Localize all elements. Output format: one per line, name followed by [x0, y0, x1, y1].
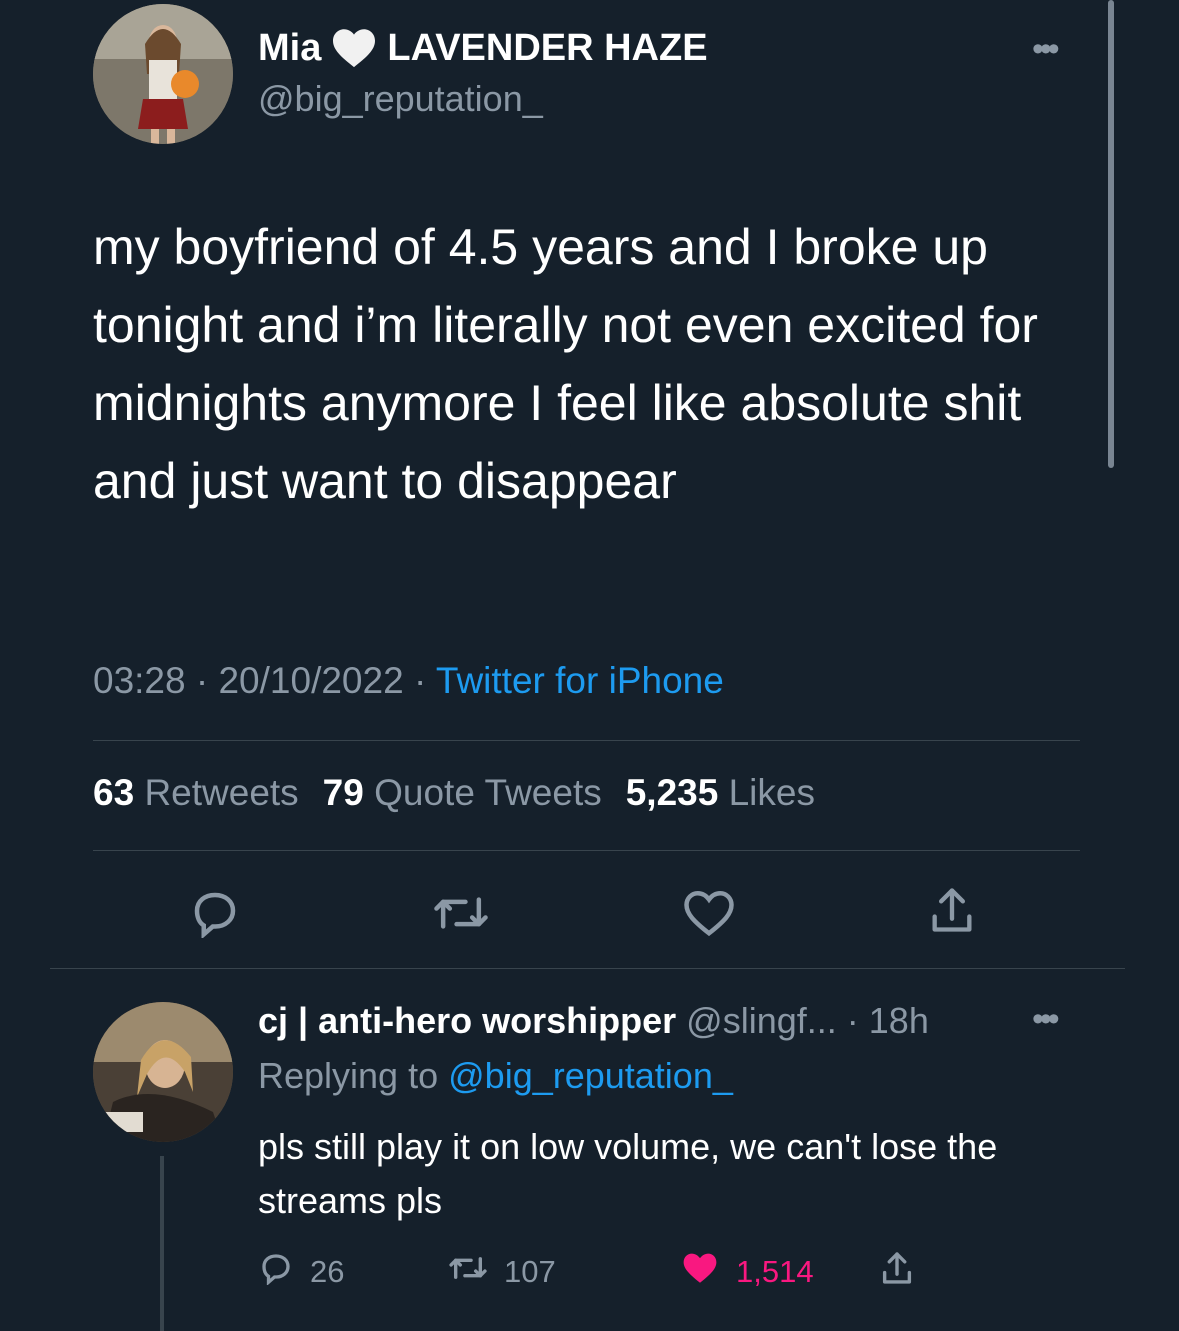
scrollbar[interactable] [1108, 0, 1114, 468]
display-name-second: LAVENDER HAZE [387, 26, 708, 69]
like-filled-icon [680, 1250, 720, 1294]
reply-time[interactable]: 18h [869, 1000, 929, 1041]
quotes-count: 79 [322, 772, 364, 813]
reply-display-name[interactable]: cj | anti-hero worshipper [258, 1000, 676, 1041]
divider [50, 968, 1125, 969]
reply-reply-button[interactable]: 26 [258, 1251, 448, 1293]
tweet-source[interactable]: Twitter for iPhone [436, 660, 724, 701]
like-count: 1,514 [736, 1254, 814, 1289]
reply-icon [258, 1251, 294, 1293]
reply-count: 26 [310, 1254, 345, 1289]
tweet-stats: 63 Retweets 79 Quote Tweets 5,235 Likes [93, 772, 815, 814]
retweet-icon[interactable] [432, 890, 490, 936]
more-horizontal-icon[interactable]: ••• [1032, 1000, 1060, 1039]
thread-connector-line [160, 1156, 164, 1331]
author-avatar[interactable] [93, 4, 233, 144]
divider [93, 850, 1080, 851]
likes-count: 5,235 [625, 772, 719, 813]
tweet-text: my boyfriend of 4.5 years and I broke up… [93, 219, 1038, 509]
reply-like-button[interactable]: 1,514 [680, 1250, 880, 1294]
reply-author-avatar[interactable] [93, 1002, 233, 1142]
retweet-icon [448, 1252, 488, 1292]
meta-separator: · [413, 660, 427, 701]
replying-to: Replying to @big_reputation_ [258, 1055, 733, 1097]
reply-retweet-button[interactable]: 107 [448, 1252, 680, 1292]
divider [93, 740, 1080, 741]
reply-separator: · [846, 1000, 859, 1041]
author-name[interactable]: Mia LAVENDER HAZE [258, 26, 708, 70]
author-handle[interactable]: @big_reputation_ [258, 78, 543, 120]
share-icon [880, 1249, 914, 1295]
retweets-count: 63 [93, 772, 135, 813]
tweet-time[interactable]: 03:28 [93, 660, 186, 701]
tweet-date[interactable]: 20/10/2022 [218, 660, 403, 701]
meta-separator: · [195, 660, 209, 701]
reply-text: pls still play it on low volume, we can'… [258, 1126, 998, 1221]
replying-prefix: Replying to [258, 1055, 439, 1096]
quote-tweets-stat[interactable]: 79 Quote Tweets [323, 772, 602, 814]
reply-share-button[interactable] [880, 1249, 914, 1295]
retweet-count: 107 [504, 1254, 556, 1289]
reply-icon[interactable] [188, 888, 242, 938]
tweet-metadata: 03:28 · 20/10/2022 · Twitter for iPhone [93, 660, 724, 702]
reply-header: cj | anti-hero worshipper @slingf... · 1… [258, 1000, 929, 1042]
replying-mention[interactable]: @big_reputation_ [448, 1055, 733, 1096]
display-name-first: Mia [258, 26, 322, 69]
likes-stat[interactable]: 5,235 Likes [626, 772, 815, 814]
reply-handle[interactable]: @slingf... [686, 1000, 837, 1041]
more-horizontal-icon[interactable]: ••• [1032, 30, 1060, 69]
like-icon[interactable] [682, 888, 736, 938]
white-heart-icon [331, 27, 377, 69]
retweets-stat[interactable]: 63 Retweets [93, 772, 299, 814]
share-icon[interactable] [928, 884, 976, 936]
likes-label: Likes [728, 772, 815, 813]
quotes-label: Quote Tweets [374, 772, 602, 813]
retweets-label: Retweets [144, 772, 299, 813]
reply-action-bar: 26 107 1,514 [258, 1250, 914, 1294]
